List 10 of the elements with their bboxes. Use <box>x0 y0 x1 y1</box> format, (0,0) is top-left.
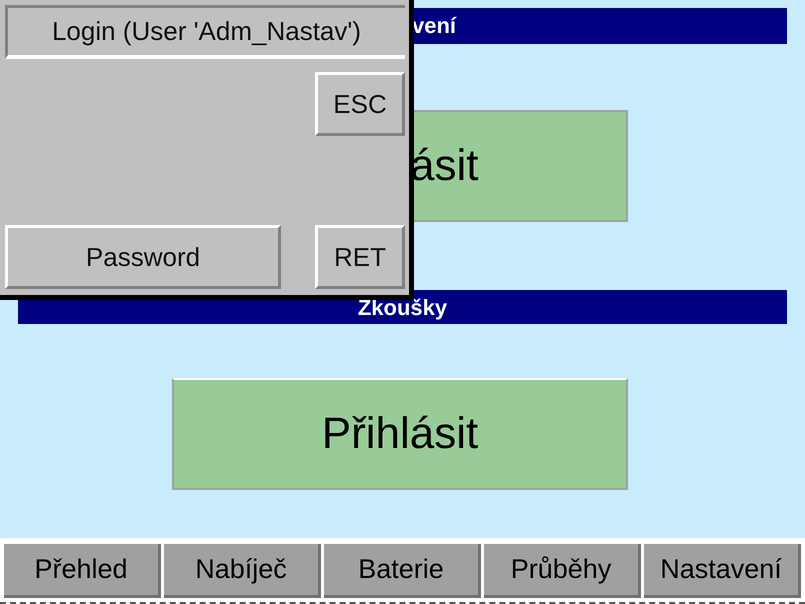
nav-tab[interactable]: Baterie <box>324 544 481 598</box>
return-button[interactable]: RET <box>315 225 405 289</box>
password-button[interactable]: Password <box>5 225 281 289</box>
nav-tab[interactable]: Přehled <box>4 544 161 598</box>
nav-tab[interactable]: Nastavení <box>644 544 801 598</box>
escape-button[interactable]: ESC <box>315 72 405 136</box>
nav-tab[interactable]: Nabíječ <box>164 544 321 598</box>
dialog-title-field: Login (User 'Adm_Nastav') <box>5 5 405 59</box>
nav-tab[interactable]: Průběhy <box>484 544 641 598</box>
login-button[interactable]: Přihlásit <box>172 378 628 490</box>
